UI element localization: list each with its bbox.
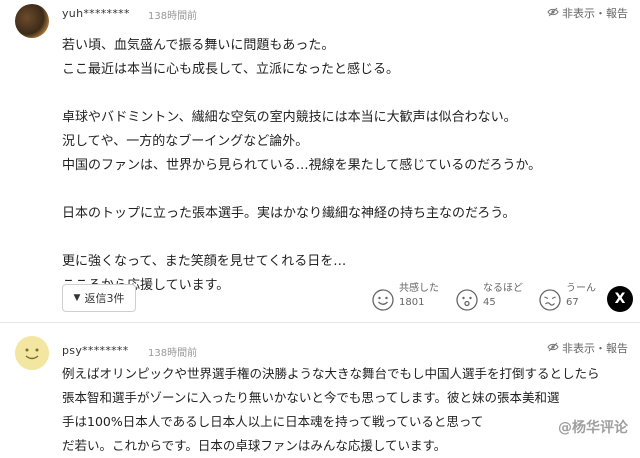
comment-line: 張本智和選手がゾーンに入ったり無いかないと今でも思ってします。彼と妹の張本美和選 — [62, 390, 560, 405]
comment-username[interactable]: psy******** — [62, 344, 129, 357]
comment-line — [62, 82, 622, 106]
comment-line: こころから応援しています。 — [62, 278, 230, 293]
share-x-button[interactable]: X — [607, 286, 633, 312]
reaction-count: 67 — [566, 297, 579, 308]
comment-line: ここ最近は本当に心も成長して、立派になったと感じる。 — [62, 62, 399, 77]
hide-report-label: 非表示・報告 — [562, 342, 628, 355]
reaction-count: 45 — [483, 297, 496, 308]
avatar[interactable] — [15, 336, 49, 370]
comment-line: だ若い。これからです。日本の卓球ファンはみんな応援しています。 — [62, 438, 447, 453]
comment-item: psy******** 138時間前 非表示・報告 例えばオリンピックや世界選手… — [0, 326, 640, 453]
comment-line: 手は100%日本人であるし日本人以上に日本魂を持って戦っていると思って — [62, 414, 484, 429]
comment-time: 138時間前 — [148, 11, 198, 22]
reaction-label: うーん — [566, 283, 596, 294]
smiley-avatar-icon — [15, 336, 49, 370]
comment-username[interactable]: yuh******** — [62, 7, 130, 20]
reaction-insight-button[interactable]: なるほど 45 — [456, 282, 523, 311]
surprised-face-icon — [456, 289, 478, 311]
reaction-count: 1801 — [399, 297, 425, 308]
worried-face-icon — [539, 289, 561, 311]
comment-body: 若い頃、血気盛んで振る舞いに問題もあった。 ここ最近は本当に心も成長して、立派に… — [62, 34, 622, 298]
comment-line: 更に強くなって、また笑顔を見せてくれる日を… — [62, 254, 347, 269]
reaction-label: 共感した — [399, 283, 439, 294]
hide-report-label: 非表示・報告 — [562, 7, 628, 20]
x-logo-icon: X — [614, 291, 626, 307]
comment-divider — [0, 322, 640, 323]
smile-face-icon — [372, 289, 394, 311]
comment-line: 卓球やバドミントン、繊細な空気の室内競技には本当に大歓声は似合わない。 — [62, 110, 517, 125]
eye-slash-icon — [547, 341, 559, 356]
replies-label: 返信3件 — [84, 292, 125, 305]
replies-toggle-button[interactable]: ▼ 返信3件 — [62, 284, 136, 312]
hide-report-link[interactable]: 非表示・報告 — [547, 5, 628, 21]
caret-down-icon: ▼ — [73, 293, 81, 303]
comment-item: yuh******** 138時間前 非表示・報告 若い頃、血気盛んで振る舞いに… — [0, 0, 640, 323]
comment-body: 例えばオリンピックや世界選手権の決勝ような大きな舞台でもし中国人選手を打倒すると… — [62, 362, 632, 458]
watermark-text: @杨华评论 — [558, 420, 628, 436]
comment-line: 況してや、一方的なブーイングなど論外。 — [62, 134, 309, 149]
comment-line — [62, 178, 622, 202]
comment-line: 日本のトップに立った張本選手。実はかなり繊細な神経の持ち主なのだろう。 — [62, 206, 516, 221]
comment-line: 中国のファンは、世界から見られている…視線を果たして感じているのだろうか。 — [62, 158, 542, 173]
reaction-hmm-button[interactable]: うーん 67 — [539, 282, 596, 311]
comment-time: 138時間前 — [148, 348, 198, 359]
reaction-agree-button[interactable]: 共感した 1801 — [372, 282, 439, 311]
hide-report-link[interactable]: 非表示・報告 — [547, 340, 628, 356]
avatar[interactable] — [15, 4, 49, 38]
reaction-label: なるほど — [483, 283, 523, 294]
comment-line: 若い頃、血気盛んで振る舞いに問題もあった。 — [62, 38, 335, 53]
eye-slash-icon — [547, 6, 559, 21]
comment-line — [62, 226, 622, 250]
comment-line: 例えばオリンピックや世界選手権の決勝ような大きな舞台でもし中国人選手を打倒すると… — [62, 366, 600, 381]
